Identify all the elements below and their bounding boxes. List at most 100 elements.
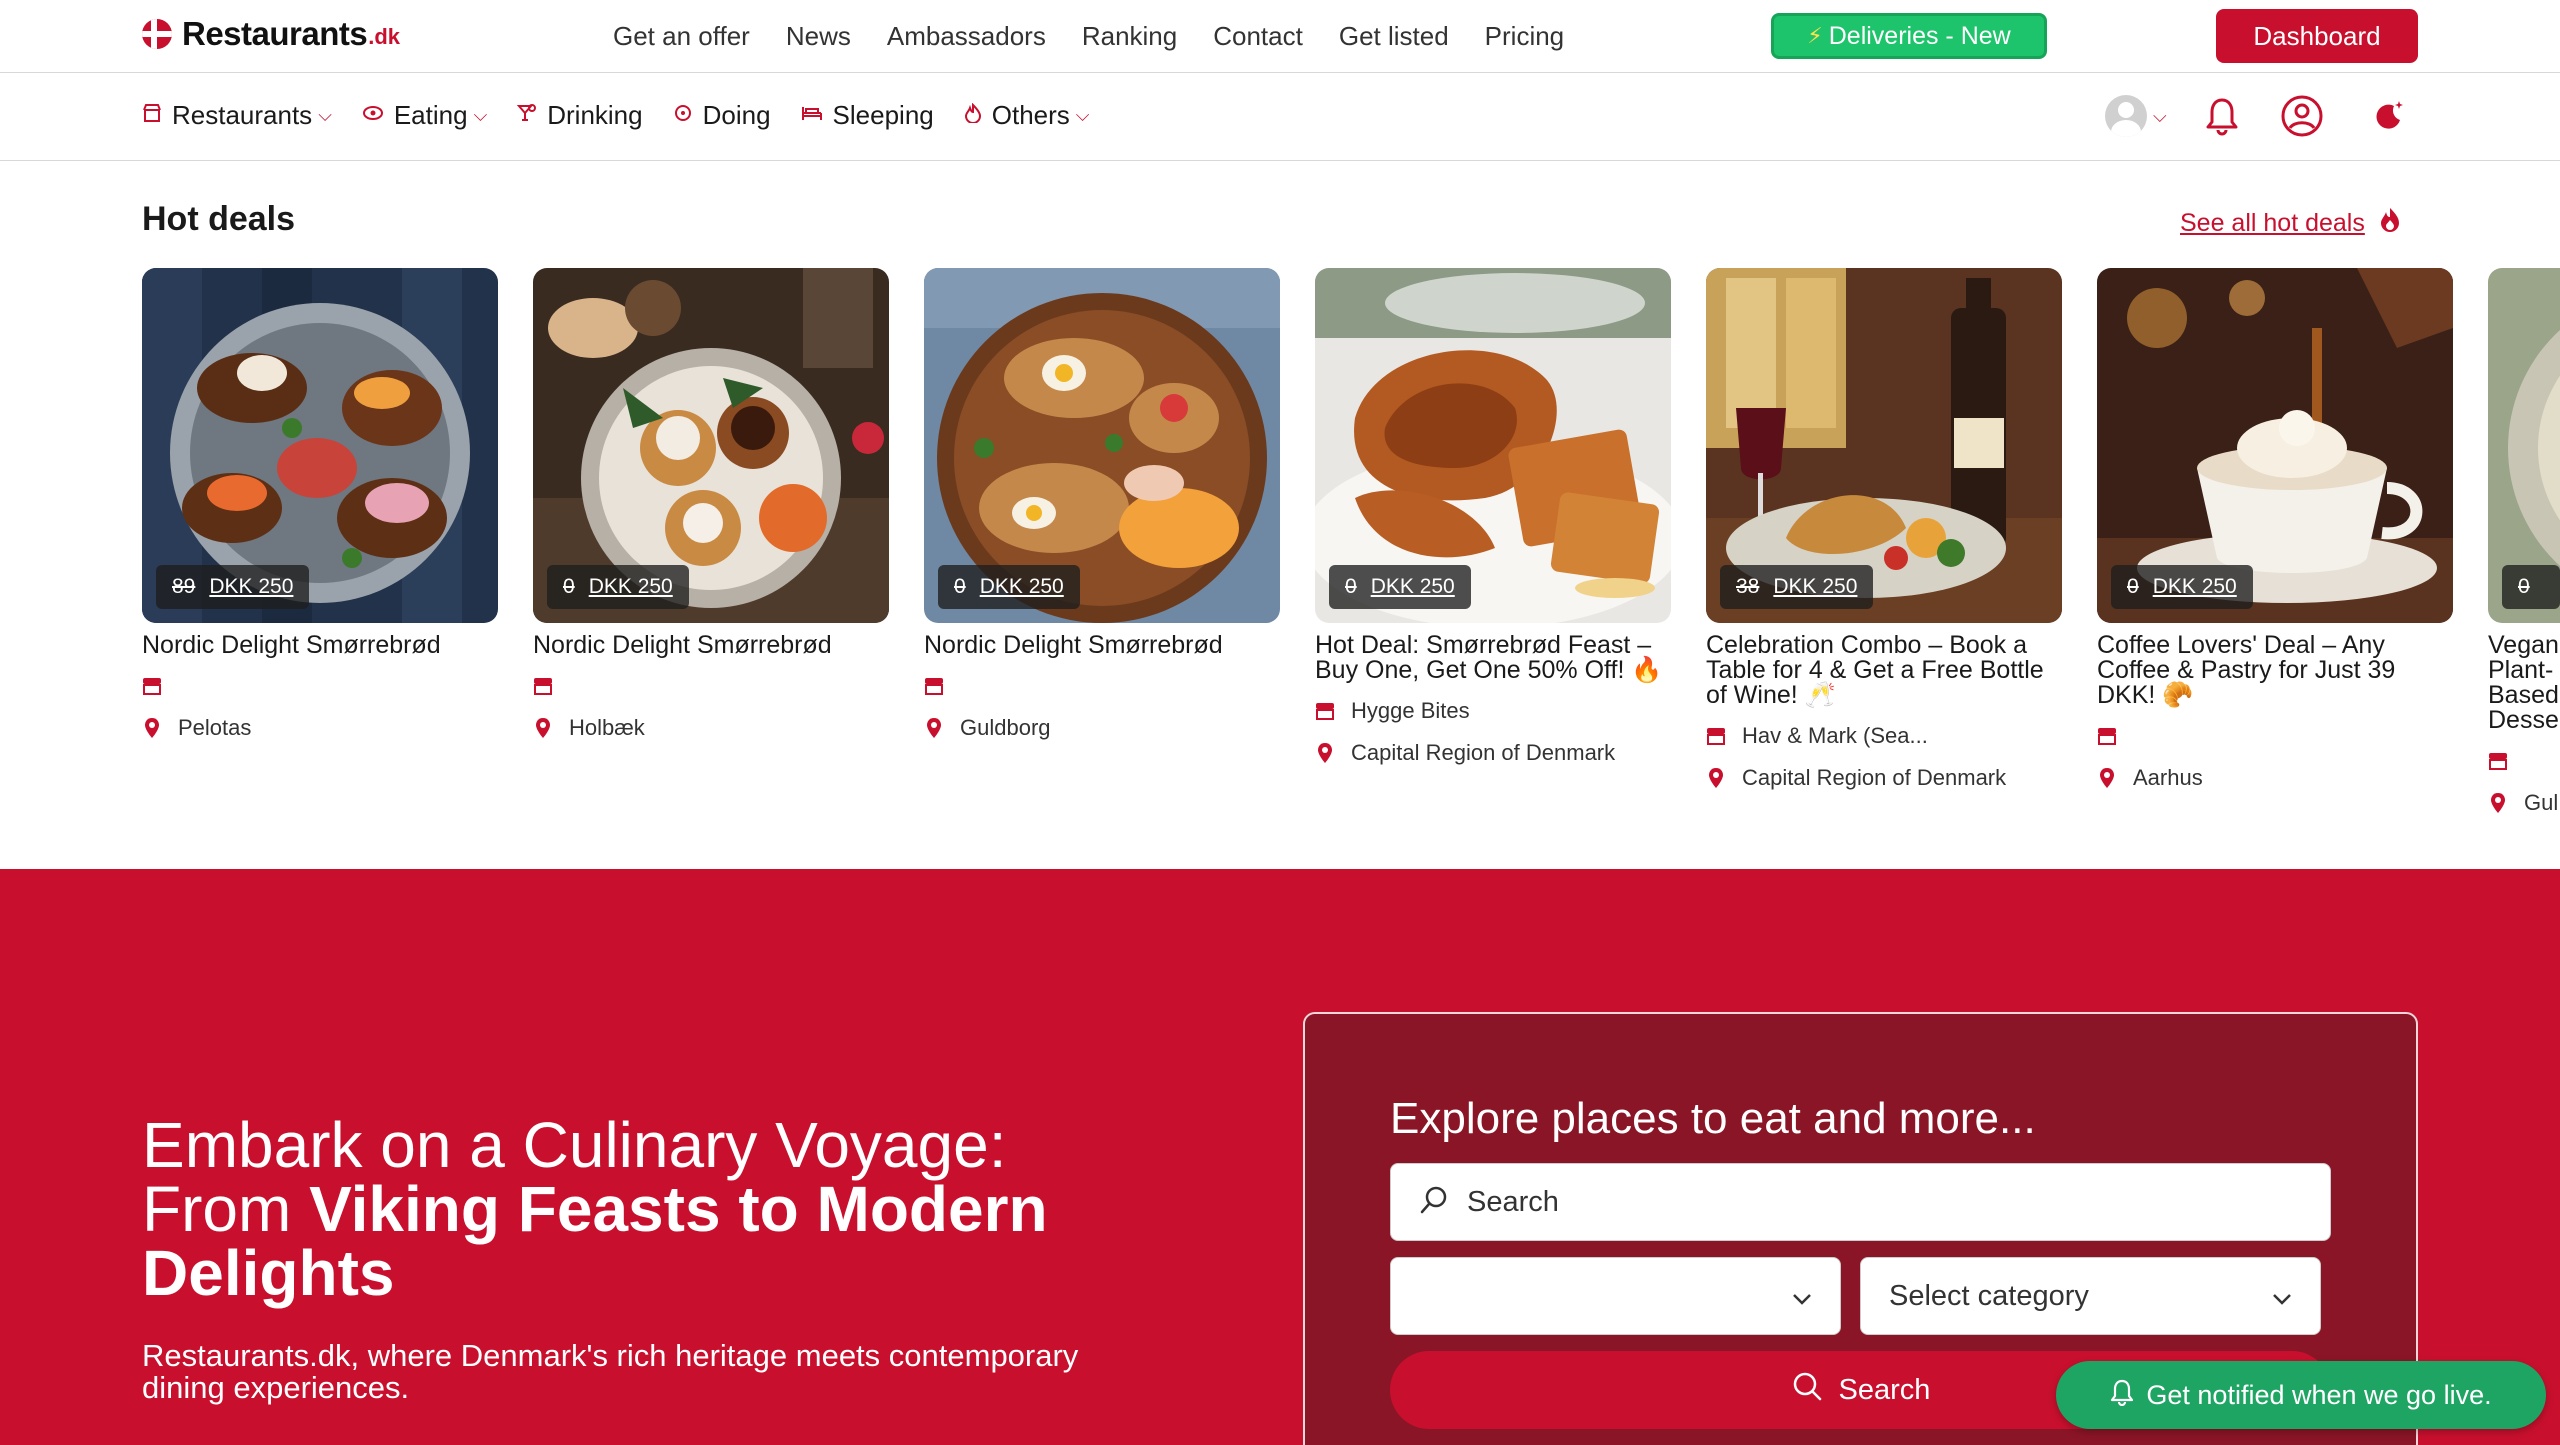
- venue-name: Hav & Mark (Sea...: [1742, 723, 1928, 748]
- location-name: Holbæk: [569, 715, 645, 740]
- category-label: Others: [991, 100, 1070, 130]
- deal-card[interactable]: 0 Vegan Plant-Based Dessert Gul: [2488, 268, 2560, 817]
- new-price: DKK 250: [209, 575, 294, 598]
- category-restaurants[interactable]: Restaurants ⌵: [142, 100, 332, 131]
- deal-image[interactable]: 89 DKK 250: [142, 268, 498, 623]
- location-select[interactable]: [1390, 1257, 1841, 1335]
- deal-venue: [142, 672, 498, 700]
- fire-icon: [2379, 206, 2401, 241]
- chevron-down-icon: ⌵: [2153, 105, 2167, 126]
- search-icon: [1419, 1185, 1449, 1220]
- location-name: Capital Region of Denmark: [1351, 740, 1616, 765]
- category-others[interactable]: Others ⌵: [964, 100, 1089, 131]
- category-doing[interactable]: Doing: [673, 100, 771, 131]
- account-menu[interactable]: ⌵: [2105, 95, 2167, 137]
- category-label: Eating: [393, 100, 468, 130]
- dashboard-button[interactable]: Dashboard: [2216, 9, 2418, 63]
- deal-location: Aarhus: [2097, 764, 2453, 792]
- deal-image[interactable]: 38 DKK 250: [1706, 268, 2062, 623]
- deal-title[interactable]: Nordic Delight Smørrebrød: [533, 633, 889, 658]
- store-icon: [924, 677, 944, 695]
- category-eating[interactable]: Eating ⌵: [362, 100, 487, 131]
- deal-image[interactable]: 0 DKK 250: [924, 268, 1280, 623]
- hero-subtitle: Restaurants.dk, where Denmark's rich her…: [142, 1338, 1079, 1405]
- deal-title[interactable]: Celebration Combo – Book a Table for 4 &…: [1706, 633, 2062, 708]
- deal-venue: [533, 672, 889, 700]
- map-pin-icon: [142, 717, 162, 739]
- price-tag: 0 DKK 250: [1329, 565, 1471, 609]
- deal-venue: [924, 672, 1280, 700]
- deal-title[interactable]: Vegan Plant-Based Dessert: [2488, 633, 2560, 733]
- nav-ranking[interactable]: Ranking: [1082, 18, 1177, 54]
- deal-card[interactable]: 0 DKK 250 Hot Deal: Smørrebrød Feast – B…: [1315, 268, 1671, 767]
- store-icon: [1315, 702, 1335, 720]
- new-price: DKK 250: [1773, 575, 1858, 598]
- explore-title: Explore places to eat and more...: [1390, 1094, 2036, 1143]
- logo-tld: .dk: [368, 24, 401, 49]
- deal-location: Holbæk: [533, 714, 889, 742]
- deal-card[interactable]: 0 DKK 250 Nordic Delight Smørrebrød Holb…: [533, 268, 889, 742]
- top-nav: Get an offer News Ambassadors Ranking Co…: [613, 18, 1600, 54]
- moon-icon[interactable]: [2370, 98, 2406, 139]
- old-price: 0: [2127, 575, 2139, 598]
- chevron-down-icon: [1792, 1280, 1812, 1313]
- store-icon: [2097, 727, 2117, 745]
- nav-get-listed[interactable]: Get listed: [1339, 18, 1449, 54]
- map-pin-icon: [924, 717, 944, 739]
- nav-get-an-offer[interactable]: Get an offer: [613, 18, 750, 54]
- category-select[interactable]: Select category: [1860, 1257, 2321, 1335]
- activity-icon: [673, 103, 693, 129]
- avatar: [2105, 95, 2147, 137]
- old-price: 0: [1345, 575, 1357, 598]
- store-icon: [2488, 752, 2508, 770]
- category-nav: Restaurants ⌵ Eating ⌵ Drinking Doing Sl…: [0, 74, 2560, 161]
- deal-location: Pelotas: [142, 714, 498, 742]
- deal-card[interactable]: 0 DKK 250 Coffee Lovers' Deal – Any Coff…: [2097, 268, 2453, 792]
- top-bar: Restaurants .dk Get an offer News Ambass…: [0, 0, 2560, 73]
- deal-image[interactable]: 0 DKK 250: [1315, 268, 1671, 623]
- deal-image[interactable]: 0 DKK 250: [2097, 268, 2453, 623]
- hero-headline: Embark on a Culinary Voyage: From Viking…: [142, 1113, 1142, 1305]
- user-circle-icon[interactable]: [2280, 94, 2324, 143]
- map-pin-icon: [1315, 742, 1335, 764]
- deal-card[interactable]: 0 DKK 250 Nordic Delight Smørrebrød Guld…: [924, 268, 1280, 742]
- search-input[interactable]: [1467, 1185, 2267, 1219]
- nav-pricing[interactable]: Pricing: [1485, 18, 1564, 54]
- deal-image[interactable]: 0 DKK 250: [533, 268, 889, 623]
- deal-title[interactable]: Coffee Lovers' Deal – Any Coffee & Pastr…: [2097, 633, 2453, 708]
- see-all-hot-deals-link[interactable]: See all hot deals: [2180, 206, 2401, 241]
- deliveries-button[interactable]: ⚡ Deliveries - New: [1771, 13, 2047, 59]
- old-price: 89: [172, 575, 196, 598]
- nav-contact[interactable]: Contact: [1213, 18, 1303, 54]
- category-label: Sleeping: [832, 100, 934, 130]
- deal-card[interactable]: 38 DKK 250 Celebration Combo – Book a Ta…: [1706, 268, 2062, 792]
- category-drinking[interactable]: Drinking: [517, 100, 643, 131]
- nav-ambassadors[interactable]: Ambassadors: [887, 18, 1046, 54]
- map-pin-icon: [533, 717, 553, 739]
- category-label: Drinking: [547, 100, 643, 130]
- deal-title[interactable]: Hot Deal: Smørrebrød Feast – Buy One, Ge…: [1315, 633, 1671, 683]
- logo[interactable]: Restaurants .dk: [142, 14, 400, 54]
- deal-title[interactable]: Nordic Delight Smørrebrød: [924, 633, 1280, 658]
- location-name: Pelotas: [178, 715, 252, 740]
- bell-icon[interactable]: [2205, 96, 2239, 141]
- deal-card[interactable]: 89 DKK 250 Nordic Delight Smørrebrød Pel…: [142, 268, 498, 742]
- new-price: DKK 250: [2152, 575, 2237, 598]
- deal-image[interactable]: 0: [2488, 268, 2560, 623]
- old-price: 0: [954, 575, 966, 598]
- bed-icon: [801, 104, 823, 128]
- nav-news[interactable]: News: [786, 18, 851, 54]
- category-select-value: Select category: [1889, 1279, 2089, 1312]
- price-tag: 0: [2502, 565, 2560, 609]
- deal-location: Capital Region of Denmark: [1315, 739, 1671, 767]
- search-icon: [1791, 1370, 1823, 1410]
- notify-button[interactable]: Get notified when we go live.: [2056, 1361, 2546, 1429]
- deal-title[interactable]: Nordic Delight Smørrebrød: [142, 633, 498, 658]
- logo-text: Restaurants: [182, 15, 368, 52]
- map-pin-icon: [1706, 767, 1726, 789]
- deal-venue: Hygge Bites: [1315, 697, 1671, 725]
- store-icon: [1706, 727, 1726, 745]
- search-field[interactable]: [1390, 1163, 2331, 1241]
- location-name: Guldborg: [960, 715, 1051, 740]
- category-sleeping[interactable]: Sleeping: [801, 100, 934, 131]
